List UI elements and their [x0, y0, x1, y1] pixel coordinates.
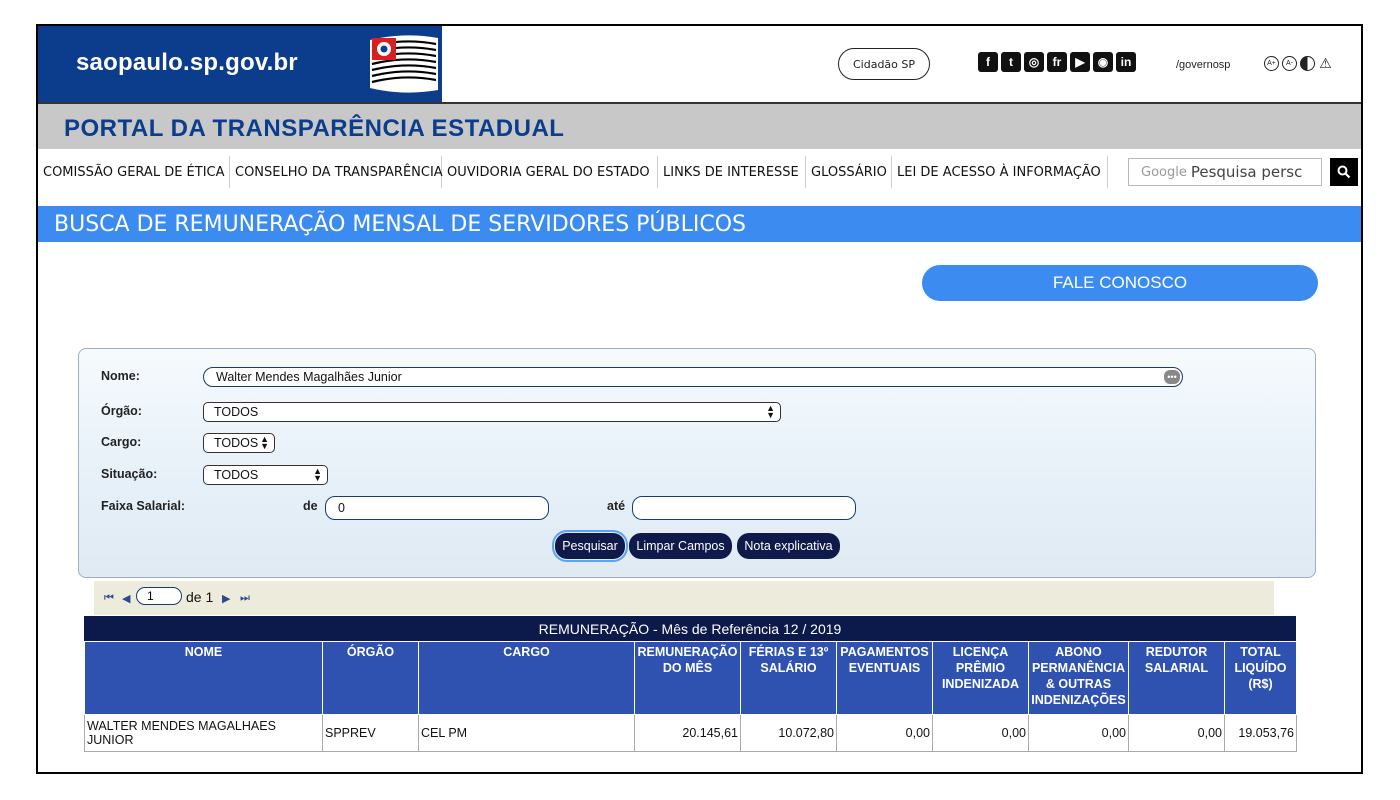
cell-ferias: 10.072,80 — [740, 714, 837, 752]
search-button[interactable] — [1330, 158, 1358, 186]
col-header-remuneracao[interactable]: REMUNERAÇÃO DO MÊS — [634, 641, 741, 715]
orgao-select[interactable]: TODOS ▲ ▼ — [203, 402, 781, 422]
select-arrows-icon: ▲ ▼ — [260, 434, 269, 451]
linkedin-icon[interactable]: in — [1116, 52, 1136, 72]
google-label: Google — [1141, 164, 1187, 180]
cell-licenca: 0,00 — [932, 714, 1029, 752]
ate-label: até — [607, 499, 626, 513]
prev-page-icon[interactable]: ◀ — [122, 592, 130, 605]
search-placeholder: Pesquisa persc — [1190, 163, 1303, 181]
nome-label: Nome: — [101, 369, 140, 383]
warning-icon[interactable]: ⚠ — [1318, 55, 1333, 71]
last-page-icon[interactable]: ⏭ — [240, 592, 250, 605]
pesquisar-button[interactable]: Pesquisar — [552, 530, 628, 562]
page-number-value: 1 — [147, 589, 154, 603]
cell-pagamentos: 0,00 — [836, 714, 933, 752]
flickr-icon[interactable]: fr — [1047, 52, 1067, 72]
select-arrows-icon: ▲ ▼ — [766, 403, 775, 420]
page-total: de 1 — [186, 589, 214, 605]
nav-item-conselho[interactable]: CONSELHO DA TRANSPARÊNCIA — [230, 156, 443, 188]
cidadao-sp-button[interactable]: Cidadão SP — [838, 48, 930, 80]
col-header-nome[interactable]: NOME — [84, 641, 323, 715]
nav-item-etica[interactable]: COMISSÃO GERAL DE ÉTICA — [38, 156, 230, 188]
faixa-de-value: 0 — [338, 501, 345, 515]
instagram-icon[interactable]: ◎ — [1024, 52, 1044, 72]
contrast-icon[interactable] — [1300, 56, 1315, 71]
page-title: BUSCA DE REMUNERAÇÃO MENSAL DE SERVIDORE… — [54, 212, 747, 237]
nome-input[interactable]: Walter Mendes Magalhães Junior ••• — [203, 367, 1183, 387]
table-header-row: NOME ÓRGÃO CARGO REMUNERAÇÃO DO MÊS FÉRI… — [84, 641, 1297, 715]
search-form: Nome: Walter Mendes Magalhães Junior •••… — [78, 348, 1316, 578]
cell-abono: 0,00 — [1028, 714, 1129, 752]
col-header-ferias[interactable]: FÉRIAS E 13º SALÁRIO — [740, 641, 837, 715]
search-icon — [1337, 165, 1351, 179]
nota-explicativa-button[interactable]: Nota explicativa — [737, 533, 840, 559]
orgao-value: TODOS — [214, 405, 259, 419]
table-caption: REMUNERAÇÃO - Mês de Referência 12 / 201… — [84, 616, 1296, 641]
nome-value: Walter Mendes Magalhães Junior — [216, 370, 402, 384]
faixa-ate-input[interactable] — [632, 496, 856, 520]
first-page-icon[interactable]: ⏮ — [104, 592, 114, 605]
col-header-total[interactable]: TOTAL LIQUÍDO (R$) — [1224, 641, 1297, 715]
cell-total: 19.053,76 — [1224, 714, 1297, 752]
page-frame: saopaulo.sp.gov.br Cidadão SP f t ◎ fr ▶… — [36, 24, 1363, 774]
col-header-pagamentos[interactable]: PAGAMENTOS EVENTUAIS — [836, 641, 933, 715]
cell-orgao: SPPREV — [322, 714, 419, 752]
sao-paulo-flag-icon — [366, 32, 442, 96]
facebook-icon[interactable]: f — [978, 52, 998, 72]
select-arrows-icon: ▲ ▼ — [313, 466, 322, 483]
situacao-select[interactable]: TODOS ▲ ▼ — [203, 465, 328, 485]
limpar-campos-button[interactable]: Limpar Campos — [629, 533, 732, 559]
page-number-input[interactable]: 1 — [136, 587, 182, 605]
col-header-orgao[interactable]: ÓRGÃO — [322, 641, 419, 715]
cell-redutor: 0,00 — [1128, 714, 1225, 752]
cargo-value: TODOS — [214, 436, 259, 450]
nav-item-lei-acesso[interactable]: LEI DE ACESSO À INFORMAÇÃO — [892, 156, 1108, 188]
cargo-label: Cargo: — [101, 435, 142, 449]
col-header-cargo[interactable]: CARGO — [418, 641, 635, 715]
nav-item-links[interactable]: LINKS DE INTERESSE — [658, 156, 806, 188]
faixa-salarial-label: Faixa Salarial: — [101, 499, 186, 513]
portal-banner: PORTAL DA TRANSPARÊNCIA ESTADUAL — [38, 104, 1361, 149]
results-table: REMUNERAÇÃO - Mês de Referência 12 / 201… — [84, 616, 1297, 752]
more-icon[interactable]: ••• — [1164, 370, 1180, 384]
twitter-icon[interactable]: t — [1001, 52, 1021, 72]
fale-conosco-button[interactable]: FALE CONOSCO — [922, 265, 1318, 301]
cell-nome[interactable]: WALTER MENDES MAGALHAES JUNIOR — [84, 714, 323, 752]
de-label: de — [303, 499, 318, 513]
col-header-abono[interactable]: ABONO PERMANÊNCIA & OUTRAS INDENIZAÇÕES — [1028, 641, 1129, 715]
faixa-de-input[interactable]: 0 — [325, 496, 549, 520]
increase-font-icon[interactable]: A+ — [1264, 56, 1279, 71]
youtube-icon[interactable]: ▶ — [1070, 52, 1090, 72]
page-title-bar: BUSCA DE REMUNERAÇÃO MENSAL DE SERVIDORE… — [38, 206, 1361, 242]
nav-item-ouvidoria[interactable]: OUVIDORIA GERAL DO ESTADO — [442, 156, 658, 188]
next-page-icon[interactable]: ▶ — [222, 592, 230, 605]
cargo-select[interactable]: TODOS ▲ ▼ — [203, 433, 275, 453]
social-handle: /governosp — [1176, 59, 1231, 71]
pagination: ⏮ ◀ 1 de 1 ▶ ⏭ — [94, 581, 1274, 615]
cell-cargo: CEL PM — [418, 714, 635, 752]
periscope-icon[interactable]: ◉ — [1093, 52, 1113, 72]
cell-remuneracao: 20.145,61 — [634, 714, 741, 752]
main-nav: COMISSÃO GERAL DE ÉTICA CONSELHO DA TRAN… — [38, 152, 1361, 192]
decrease-font-icon[interactable]: A- — [1282, 56, 1297, 71]
nav-item-glossario[interactable]: GLOSSÁRIO — [806, 156, 892, 188]
table-row[interactable]: WALTER MENDES MAGALHAES JUNIOR SPPREV CE… — [84, 714, 1297, 752]
orgao-label: Órgão: — [101, 404, 142, 418]
situacao-label: Situação: — [101, 467, 158, 481]
top-header: saopaulo.sp.gov.br Cidadão SP f t ◎ fr ▶… — [38, 26, 1361, 102]
search-input[interactable]: Google Pesquisa persc — [1128, 158, 1322, 186]
accessibility-controls: A+ A- ⚠ — [1264, 55, 1333, 71]
brand-area[interactable]: saopaulo.sp.gov.br — [38, 26, 442, 102]
portal-title[interactable]: PORTAL DA TRANSPARÊNCIA ESTADUAL — [64, 115, 564, 143]
col-header-redutor[interactable]: REDUTOR SALARIAL — [1128, 641, 1225, 715]
social-icons: f t ◎ fr ▶ ◉ in — [978, 52, 1136, 72]
results-grid: NOME ÓRGÃO CARGO REMUNERAÇÃO DO MÊS FÉRI… — [84, 641, 1297, 752]
col-header-licenca[interactable]: LICENÇA PRÊMIO INDENIZADA — [932, 641, 1029, 715]
brand-link[interactable]: saopaulo.sp.gov.br — [76, 49, 298, 77]
situacao-value: TODOS — [214, 468, 259, 482]
